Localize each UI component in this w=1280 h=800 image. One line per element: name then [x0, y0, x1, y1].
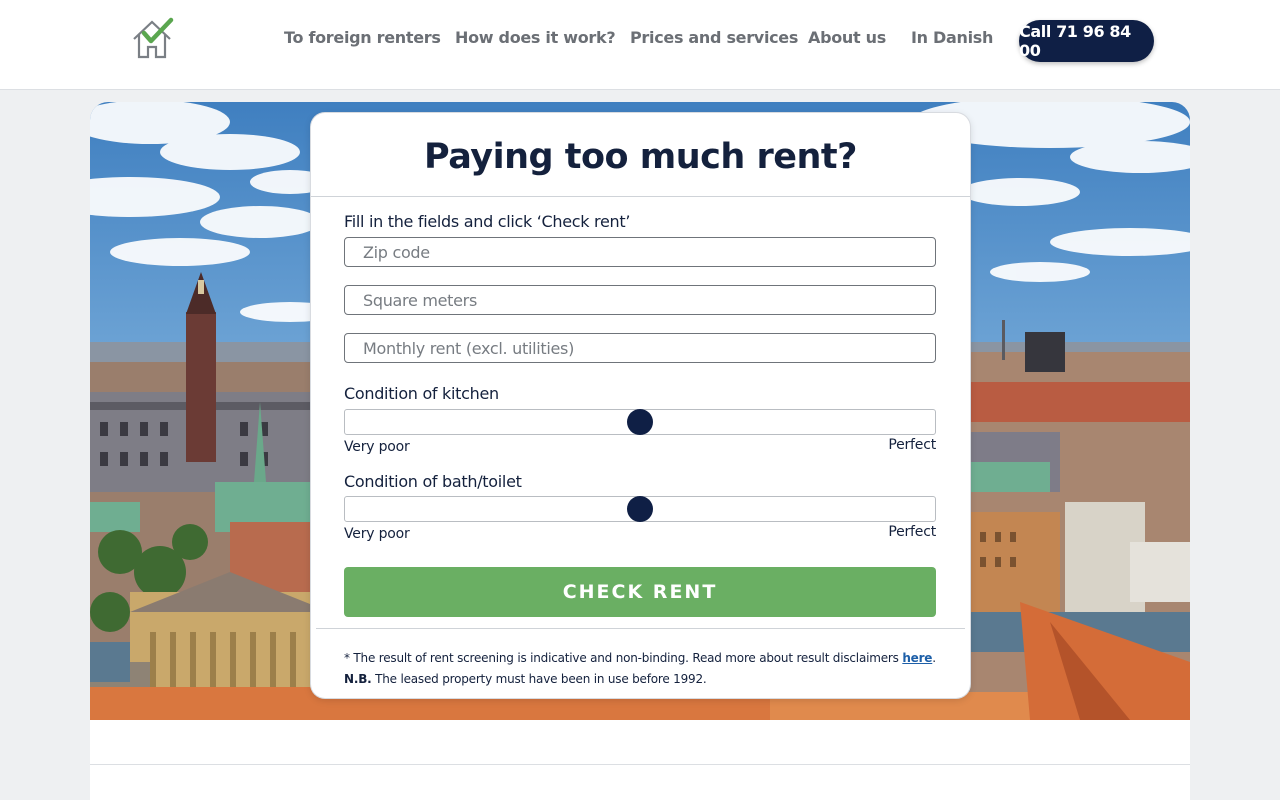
monthly-rent-input[interactable]	[344, 333, 936, 363]
disclaimer-body: * The result of rent screening is indica…	[344, 651, 903, 665]
kitchen-min-label: Very poor	[344, 439, 410, 455]
kitchen-slider-handle[interactable]	[627, 409, 653, 435]
rent-check-form-card: Paying too much rent? Fill in the fields…	[311, 113, 970, 698]
section-divider	[90, 764, 1190, 765]
footer-divider	[316, 628, 965, 629]
kitchen-condition-label: Condition of kitchen	[344, 384, 499, 403]
title-divider	[311, 196, 970, 197]
content-area-below-hero	[90, 720, 1190, 800]
form-instructions: Fill in the fields and click ‘Check rent…	[344, 212, 631, 231]
bath-min-label: Very poor	[344, 526, 410, 542]
house-check-logo-icon[interactable]	[130, 17, 174, 61]
nav-link-prices-services[interactable]: Prices and services	[630, 28, 798, 52]
bath-max-label: Perfect	[888, 524, 936, 540]
bath-slider-handle[interactable]	[627, 496, 653, 522]
nav-link-about-us[interactable]: About us	[808, 28, 886, 52]
call-phone-button[interactable]: Call 71 96 84 00	[1019, 20, 1154, 62]
bath-condition-slider[interactable]	[344, 496, 936, 522]
square-meters-input[interactable]	[344, 285, 936, 315]
nav-link-how-it-works[interactable]: How does it work?	[455, 28, 616, 52]
zip-code-input[interactable]	[344, 237, 936, 267]
disclaimer-after-link: .	[932, 651, 936, 665]
disclaimer-link[interactable]: here	[902, 651, 932, 665]
bath-condition-label: Condition of bath/toilet	[344, 472, 522, 491]
disclaimer-tail: The leased property must have been in us…	[371, 672, 707, 686]
top-navigation-bar: To foreign renters How does it work? Pri…	[0, 0, 1280, 90]
nav-link-danish[interactable]: In Danish	[911, 28, 993, 52]
kitchen-condition-slider[interactable]	[344, 409, 936, 435]
nb-label: N.B.	[344, 672, 372, 686]
form-title: Paying too much rent?	[424, 137, 857, 177]
kitchen-max-label: Perfect	[888, 437, 936, 453]
nav-link-foreign-renters[interactable]: To foreign renters	[284, 28, 441, 52]
check-rent-button[interactable]: CHECK RENT	[344, 567, 936, 617]
disclaimer-text: * The result of rent screening is indica…	[344, 648, 944, 690]
